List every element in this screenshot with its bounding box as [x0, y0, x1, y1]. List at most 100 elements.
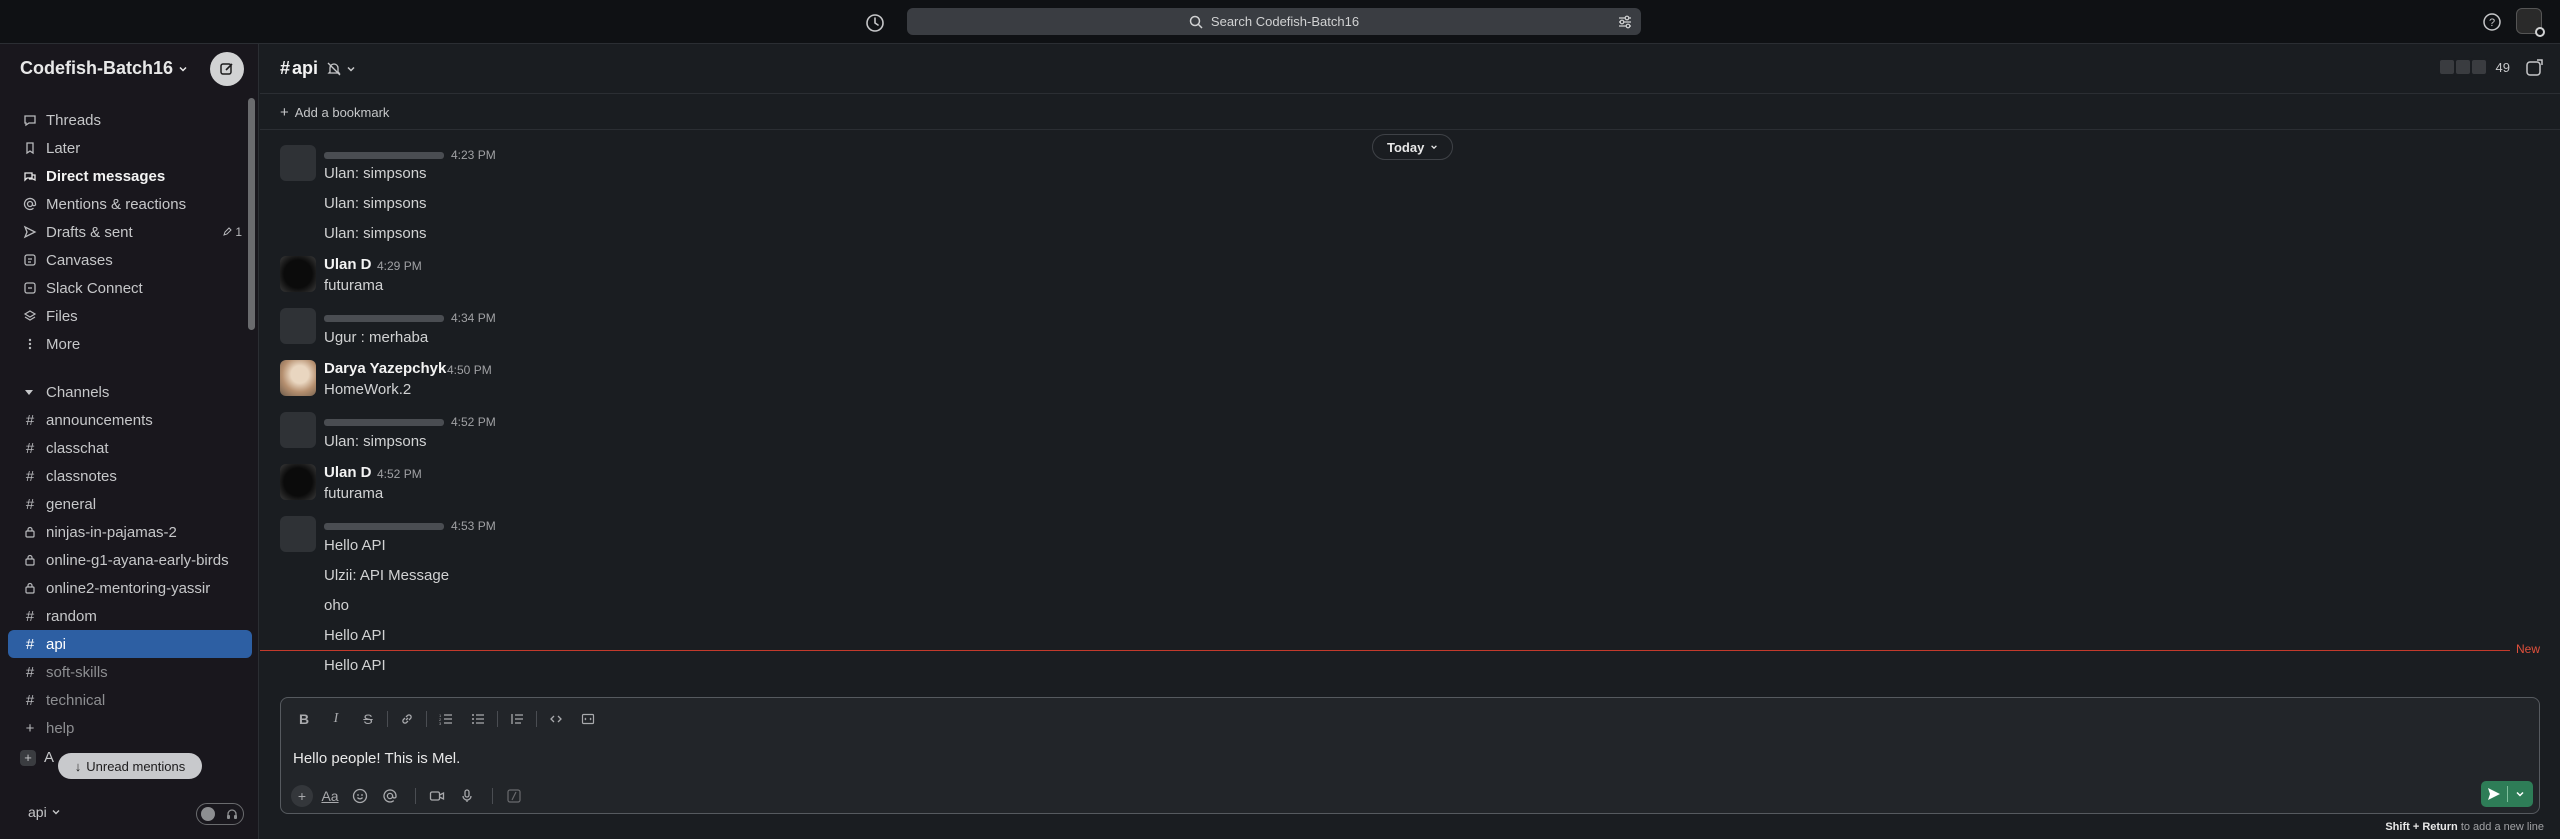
plus-icon[interactable]: +	[291, 785, 313, 807]
chevron-down-icon	[346, 64, 356, 74]
sender-name[interactable]: Ulan D	[324, 464, 372, 481]
sidebar-item-classnotes[interactable]: # classnotes	[8, 462, 252, 490]
code-block-icon[interactable]	[575, 708, 601, 730]
search-input[interactable]: Search Codefish-Batch16	[907, 8, 1641, 35]
add-channel-label: A	[44, 749, 55, 766]
message-timestamp[interactable]: 4:52 PM	[377, 467, 422, 481]
channel-label: api	[46, 635, 67, 653]
message-timestamp[interactable]: 4:23 PM	[451, 148, 496, 162]
add-bookmark-label: Add a bookmark	[294, 105, 390, 120]
sidebar-item-random[interactable]: # random	[8, 602, 252, 630]
avatar[interactable]	[280, 308, 316, 344]
new-messages-divider	[260, 650, 2510, 651]
message-timestamp[interactable]: 4:29 PM	[377, 259, 422, 273]
sidebar-item-more[interactable]: More	[8, 330, 252, 358]
member-avatar	[2437, 58, 2456, 76]
channel-label: help	[46, 719, 75, 737]
blockquote-icon[interactable]	[504, 708, 530, 730]
search-icon	[1189, 15, 1203, 29]
message-composer[interactable]: B I S 123 Hello people! This is Mel. + A…	[280, 697, 2540, 814]
sidebar-item-label: Threads	[46, 111, 102, 129]
code-icon[interactable]	[543, 708, 569, 730]
add-channel-button[interactable]: + A	[20, 749, 54, 766]
sidebar-item-soft-skills[interactable]: # soft-skills	[8, 658, 252, 686]
unread-mentions-button[interactable]: ↓ Unread mentions	[58, 753, 202, 779]
sidebar-item-slack-connect[interactable]: Slack Connect	[8, 274, 252, 302]
composer-input[interactable]: Hello people! This is Mel.	[293, 750, 460, 767]
avatar[interactable]	[280, 360, 316, 396]
message-timestamp[interactable]: 4:50 PM	[447, 363, 492, 377]
send-icon[interactable]	[2481, 781, 2507, 807]
lock-icon	[22, 580, 38, 596]
avatar[interactable]	[280, 516, 316, 552]
sender-name[interactable]: Darya Yazepchyk	[324, 360, 446, 377]
avatar[interactable]	[280, 412, 316, 448]
message-timestamp[interactable]: 4:52 PM	[451, 415, 496, 429]
presence-indicator	[2535, 27, 2545, 37]
sidebar-item-announcements[interactable]: # announcements	[8, 406, 252, 434]
sidebar-item-api[interactable]: # api	[8, 630, 252, 658]
message-timestamp[interactable]: 4:34 PM	[451, 311, 496, 325]
date-divider-button[interactable]: Today	[1372, 134, 1454, 160]
sidebar-item-classchat[interactable]: # classchat	[8, 434, 252, 462]
video-icon[interactable]	[424, 784, 450, 808]
ordered-list-icon[interactable]: 123	[433, 708, 459, 730]
workspace-name[interactable]: Codefish-Batch16	[20, 58, 188, 79]
sidebar-item-help[interactable]: + help	[8, 714, 252, 742]
sidebar-item-general[interactable]: # general	[8, 490, 252, 518]
link-icon[interactable]	[394, 708, 420, 730]
slash-command-icon[interactable]	[501, 784, 527, 808]
sidebar-item-label: Mentions & reactions	[46, 195, 187, 213]
member-avatar	[2469, 58, 2488, 76]
sidebar-item-label: More	[46, 335, 81, 353]
more-icon	[22, 336, 38, 352]
hash-icon: #	[280, 58, 291, 78]
compose-button[interactable]	[210, 52, 244, 86]
add-bookmark-button[interactable]: + Add a bookmark	[280, 104, 389, 121]
sidebar-item-mentions[interactable]: Mentions & reactions	[8, 190, 252, 218]
sidebar-item-mentoring[interactable]: online2-mentoring-yassir	[8, 574, 252, 602]
avatar[interactable]	[280, 256, 316, 292]
help-icon[interactable]: ?	[2482, 12, 2502, 32]
channel-label: ninjas-in-pajamas-2	[46, 523, 177, 541]
message-list[interactable]: Today 4:23 PM Ulan: simpsons Ulan: simps…	[260, 130, 2560, 690]
canvas-icon[interactable]	[2524, 58, 2544, 78]
channel-title[interactable]: # api	[280, 58, 356, 79]
sidebar-item-ninjas[interactable]: ninjas-in-pajamas-2	[8, 518, 252, 546]
italic-icon[interactable]: I	[323, 708, 349, 730]
avatar[interactable]	[280, 464, 316, 500]
format-text-icon[interactable]: Aa	[317, 784, 343, 808]
strikethrough-icon[interactable]: S	[355, 708, 381, 730]
sidebar-item-direct-messages[interactable]: Direct messages	[8, 162, 252, 190]
sidebar-item-threads[interactable]: Threads	[8, 106, 252, 134]
sidebar-footer-channel[interactable]: api	[28, 804, 61, 820]
drafts-count: 1	[222, 225, 242, 239]
sidebar-item-drafts[interactable]: Drafts & sent 1	[8, 218, 252, 246]
sidebar-item-early-birds[interactable]: online-g1-ayana-early-birds	[8, 546, 252, 574]
message-timestamp[interactable]: 4:53 PM	[451, 519, 496, 533]
chevron-down-icon[interactable]	[2508, 781, 2534, 807]
member-count-button[interactable]: 49	[2437, 58, 2510, 76]
sidebar-scrollbar[interactable]	[248, 98, 255, 330]
channel-label: online-g1-ayana-early-birds	[46, 551, 229, 569]
channels-header[interactable]: Channels	[8, 378, 252, 406]
filter-icon[interactable]	[1617, 14, 1633, 30]
sidebar-item-canvases[interactable]: Canvases	[8, 246, 252, 274]
toolbar-divider	[536, 711, 537, 727]
sidebar-item-later[interactable]: Later	[8, 134, 252, 162]
drafts-count-value: 1	[235, 225, 242, 239]
avatar[interactable]	[280, 145, 316, 181]
send-button[interactable]	[2481, 781, 2533, 807]
mention-icon[interactable]	[377, 784, 403, 808]
sidebar-item-technical[interactable]: # technical	[8, 686, 252, 714]
sidebar-nav: Threads Later Direct messages Mentions &…	[8, 106, 252, 358]
sidebar-item-files[interactable]: Files	[8, 302, 252, 330]
channel-label: technical	[46, 691, 106, 709]
huddle-toggle[interactable]	[196, 803, 244, 825]
history-icon[interactable]	[864, 12, 886, 34]
bulleted-list-icon[interactable]	[465, 708, 491, 730]
emoji-icon[interactable]	[347, 784, 373, 808]
sender-name[interactable]: Ulan D	[324, 256, 372, 273]
microphone-icon[interactable]	[454, 784, 480, 808]
bold-icon[interactable]: B	[291, 708, 317, 730]
